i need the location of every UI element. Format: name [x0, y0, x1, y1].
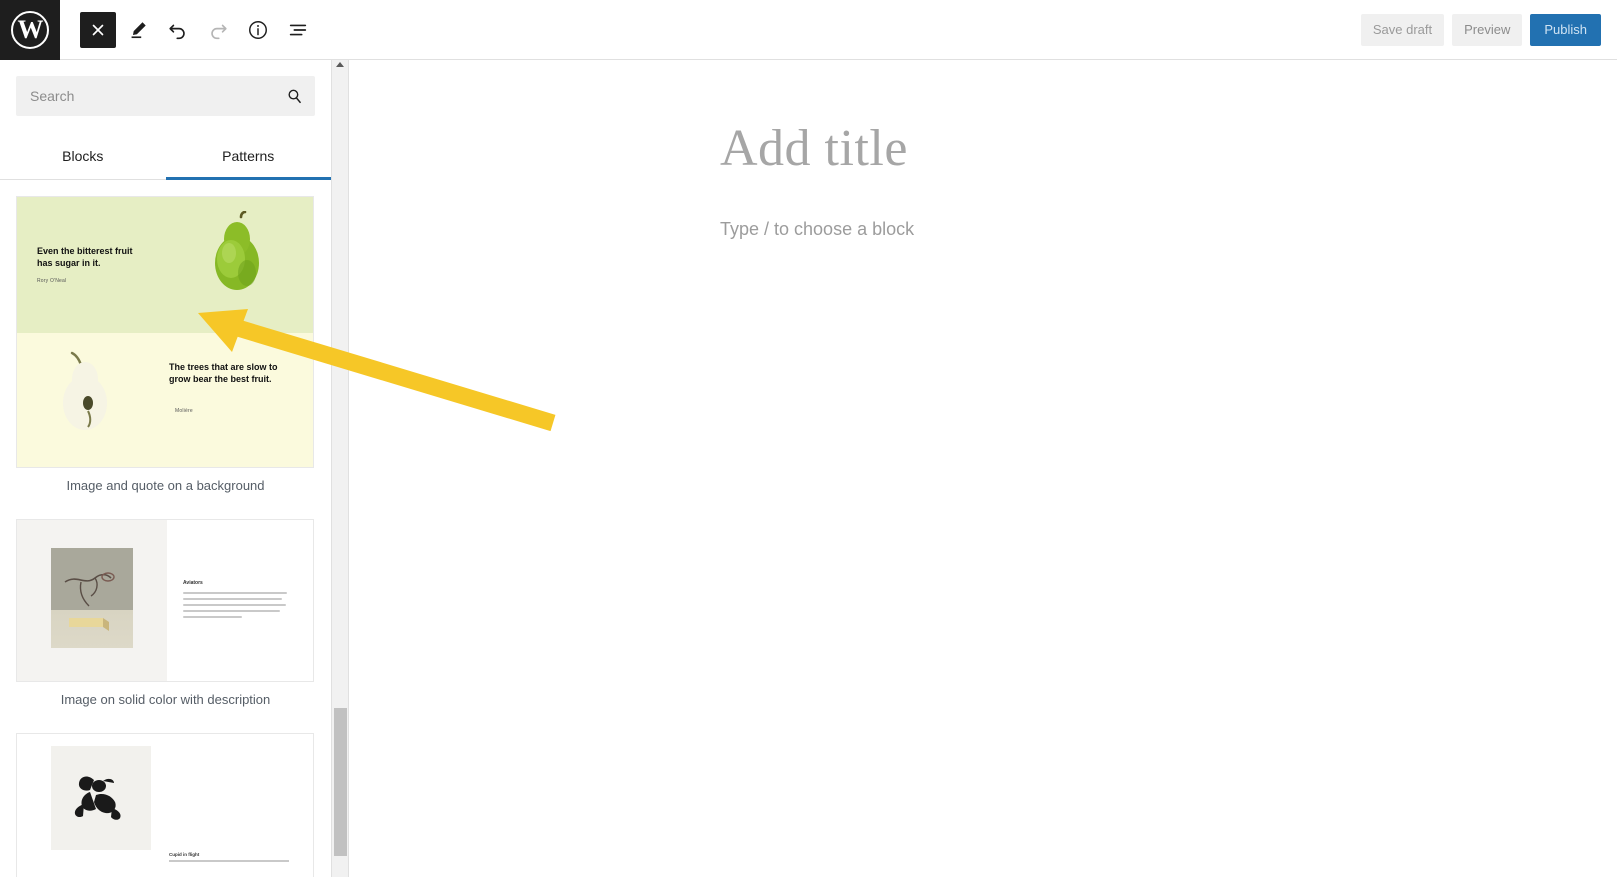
undo-icon: [167, 19, 189, 41]
post-body-placeholder[interactable]: Type / to choose a block: [720, 219, 1617, 240]
search-input[interactable]: [16, 76, 315, 116]
toolbar-right-group: Save draft Preview Publish: [1360, 13, 1601, 46]
pattern-preview[interactable]: Even the bitterest fruit has sugar in it…: [16, 196, 314, 468]
close-icon: [89, 21, 107, 39]
pattern-description-panel: Aviators: [167, 520, 313, 681]
text-line: [183, 610, 281, 612]
aviator-photo: [51, 548, 133, 648]
text-line: [183, 592, 287, 594]
redo-button[interactable]: [200, 12, 236, 48]
close-inserter-button[interactable]: [80, 11, 116, 48]
pattern-quote-attribution: Molière: [175, 408, 193, 414]
post-title-input[interactable]: Add title: [720, 120, 1617, 177]
save-draft-button[interactable]: Save draft: [1360, 13, 1445, 46]
pear-half-image: [63, 351, 107, 430]
search-box[interactable]: [16, 76, 315, 116]
redo-icon: [207, 19, 229, 41]
editor-canvas[interactable]: Add title Type / to choose a block: [350, 60, 1617, 877]
inserter-scrollbar[interactable]: [332, 60, 349, 877]
pattern-quote-attribution: Rory O'Neal: [37, 278, 67, 284]
block-inserter-panel: Blocks Patterns Even the bitterest fruit…: [0, 60, 332, 877]
toolbar-left-group: [80, 11, 316, 48]
wordpress-logo-button[interactable]: W: [0, 0, 60, 60]
pattern-list: Even the bitterest fruit has sugar in it…: [0, 180, 331, 877]
pattern-image-panel: [17, 520, 167, 681]
info-icon: [247, 19, 269, 41]
pattern-item-cupid[interactable]: Cupid in flight Type / to choose a block: [16, 733, 315, 877]
search-icon: [286, 88, 303, 105]
text-line: [183, 598, 283, 600]
pattern-label: Image and quote on a background: [66, 478, 265, 493]
pattern-quote-text: The trees that are slow to grow bear the…: [169, 362, 278, 385]
pencil-icon: [127, 19, 149, 41]
text-line: [183, 616, 243, 618]
pattern-heading: Cupid in flight: [169, 852, 200, 857]
pattern-quote-bottom-section: The trees that are slow to grow bear the…: [17, 333, 313, 467]
inserter-tabs: Blocks Patterns: [0, 132, 331, 180]
scrollbar-thumb[interactable]: [334, 708, 347, 856]
pattern-preview[interactable]: Cupid in flight Type / to choose a block: [16, 733, 314, 877]
pattern-quote-top-section: Even the bitterest fruit has sugar in it…: [17, 197, 313, 333]
edit-mode-button[interactable]: [120, 12, 156, 48]
pattern-caption: Cupid in flight: [169, 852, 289, 862]
preview-button[interactable]: Preview: [1452, 13, 1523, 46]
inserter-search-area: [0, 60, 331, 132]
publish-button[interactable]: Publish: [1530, 13, 1601, 46]
pattern-preview[interactable]: Aviators: [16, 519, 314, 682]
tab-patterns[interactable]: Patterns: [165, 132, 332, 180]
pattern-item-image-on-solid-color[interactable]: Aviators Image on solid color with descr…: [16, 519, 315, 707]
wordpress-block-editor: W Save draft Preview Publish Search Bloc…: [0, 0, 1617, 877]
cupid-image: [51, 746, 151, 850]
editor-top-toolbar: W Save draft Preview Publish: [0, 0, 1617, 60]
text-line: [183, 604, 286, 606]
tab-blocks[interactable]: Blocks: [0, 132, 166, 179]
scroll-up-arrow-icon[interactable]: [336, 62, 344, 67]
pattern-item-image-and-quote[interactable]: Even the bitterest fruit has sugar in it…: [16, 196, 315, 493]
pattern-label: Image on solid color with description: [60, 692, 271, 707]
wordpress-icon: W: [11, 10, 49, 49]
undo-button[interactable]: [160, 12, 196, 48]
pattern-heading: Aviators: [183, 580, 203, 586]
pattern-quote-text: Even the bitterest fruit has sugar in it…: [37, 246, 133, 269]
list-view-button[interactable]: [280, 12, 316, 48]
pear-whole-image: [215, 211, 259, 290]
details-button[interactable]: [240, 12, 276, 48]
list-view-icon: [287, 19, 309, 41]
text-line: [169, 860, 289, 862]
